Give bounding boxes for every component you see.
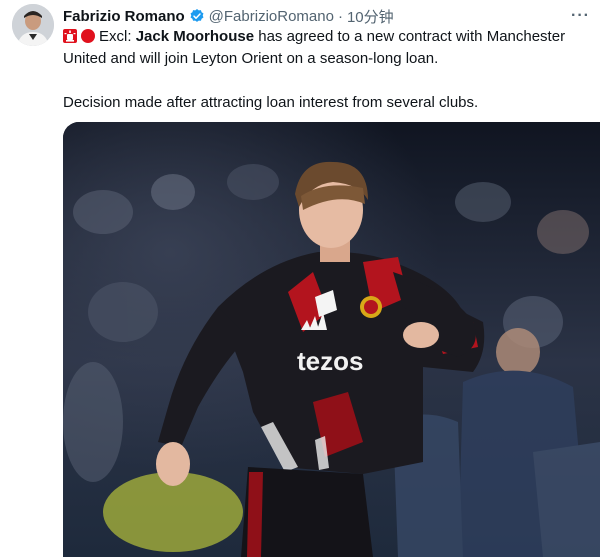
more-options-icon[interactable]: ··· <box>571 7 590 25</box>
tweet-timestamp[interactable]: 10分钟 <box>347 6 394 27</box>
verified-badge-icon <box>190 9 204 22</box>
tweet-media-photo[interactable]: tezos <box>63 122 600 557</box>
player-photo: tezos <box>63 122 600 557</box>
tweet-text: Excl: Jack Moorhouse has agreed to a new… <box>63 26 598 114</box>
author-handle[interactable]: @FabrizioRomano <box>209 8 334 25</box>
separator-dot: · <box>337 7 343 25</box>
player-name: Jack Moorhouse <box>135 28 255 45</box>
siren-light-icon <box>63 29 77 43</box>
excl-prefix: Excl: <box>99 28 136 45</box>
avatar-photo <box>12 4 54 46</box>
tweet-header: Fabrizio Romano @FabrizioRomano · 10分钟 ·… <box>63 6 590 26</box>
tweet-paragraph-2: Decision made after attracting loan inte… <box>63 94 479 111</box>
author-avatar[interactable] <box>12 4 54 46</box>
shirt-sponsor-text: tezos <box>297 346 363 376</box>
author-name[interactable]: Fabrizio Romano <box>63 8 185 25</box>
tweet-paragraph-1: Excl: Jack Moorhouse has agreed to a new… <box>63 26 598 70</box>
red-circle-icon <box>81 29 95 43</box>
